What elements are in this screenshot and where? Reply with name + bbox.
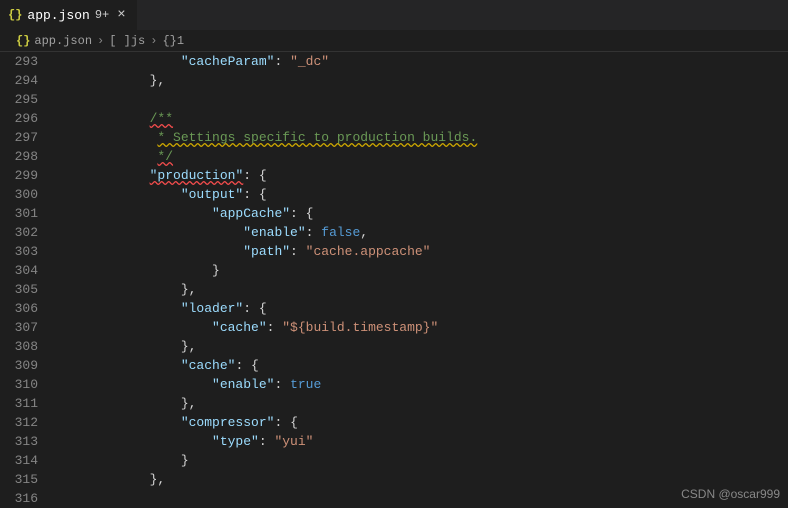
code-line[interactable]: }, (56, 337, 780, 356)
line-number: 313 (0, 432, 38, 451)
line-number: 302 (0, 223, 38, 242)
watermark: CSDN @oscar999 (681, 487, 780, 501)
code-line[interactable]: "appCache": { (56, 204, 780, 223)
line-number: 296 (0, 109, 38, 128)
breadcrumb[interactable]: {} app.json › [ ] js › {} 1 (0, 30, 788, 52)
json-icon: {} (16, 34, 30, 48)
chevron-right-icon: › (150, 34, 157, 48)
code-area[interactable]: "cacheParam": "_dc" }, /** * Settings sp… (56, 52, 780, 507)
line-number: 312 (0, 413, 38, 432)
minimap[interactable] (780, 52, 788, 507)
line-number: 304 (0, 261, 38, 280)
array-icon: [ ] (109, 34, 131, 48)
line-number: 306 (0, 299, 38, 318)
code-line[interactable]: }, (56, 394, 780, 413)
breadcrumb-seg1: js (131, 34, 145, 48)
breadcrumb-seg2: 1 (177, 34, 184, 48)
tab-bar: {} app.json 9+ × (0, 0, 788, 30)
line-number: 298 (0, 147, 38, 166)
code-line[interactable]: "loader": { (56, 299, 780, 318)
line-number: 314 (0, 451, 38, 470)
code-line[interactable]: "path": "cache.appcache" (56, 242, 780, 261)
code-line[interactable]: "cacheParam": "_dc" (56, 52, 780, 71)
code-line[interactable]: * Settings specific to production builds… (56, 128, 780, 147)
code-line[interactable]: "enable": true (56, 375, 780, 394)
code-line[interactable]: }, (56, 470, 780, 489)
breadcrumb-file: app.json (34, 34, 92, 48)
json-icon: {} (8, 8, 22, 22)
line-number: 301 (0, 204, 38, 223)
line-number: 293 (0, 52, 38, 71)
code-line[interactable]: */ (56, 147, 780, 166)
chevron-right-icon: › (97, 34, 104, 48)
tab-filename: app.json (27, 8, 89, 23)
line-number: 300 (0, 185, 38, 204)
line-number: 299 (0, 166, 38, 185)
code-line[interactable]: "cache": { (56, 356, 780, 375)
line-number: 303 (0, 242, 38, 261)
line-number: 311 (0, 394, 38, 413)
line-number: 309 (0, 356, 38, 375)
tab-close-button[interactable]: × (114, 7, 128, 23)
line-number: 310 (0, 375, 38, 394)
code-line[interactable] (56, 90, 780, 109)
code-line[interactable]: }, (56, 71, 780, 90)
code-line[interactable]: "type": "yui" (56, 432, 780, 451)
code-line[interactable]: "cache": "${build.timestamp}" (56, 318, 780, 337)
tab-active[interactable]: {} app.json 9+ × (0, 0, 138, 30)
line-number: 315 (0, 470, 38, 489)
line-number: 294 (0, 71, 38, 90)
line-number-gutter: 2932942952962972982993003013023033043053… (0, 52, 56, 507)
code-line[interactable] (56, 489, 780, 508)
code-line[interactable]: }, (56, 280, 780, 299)
code-line[interactable]: } (56, 261, 780, 280)
line-number: 305 (0, 280, 38, 299)
code-line[interactable]: /** (56, 109, 780, 128)
line-number: 295 (0, 90, 38, 109)
code-line[interactable]: "enable": false, (56, 223, 780, 242)
editor[interactable]: 2932942952962972982993003013023033043053… (0, 52, 788, 507)
tab-dirty-indicator: 9+ (95, 8, 109, 22)
code-line[interactable]: } (56, 451, 780, 470)
code-line[interactable]: "production": { (56, 166, 780, 185)
line-number: 316 (0, 489, 38, 508)
line-number: 307 (0, 318, 38, 337)
line-number: 297 (0, 128, 38, 147)
object-icon: {} (162, 34, 176, 48)
code-line[interactable]: "output": { (56, 185, 780, 204)
code-line[interactable]: "compressor": { (56, 413, 780, 432)
line-number: 308 (0, 337, 38, 356)
